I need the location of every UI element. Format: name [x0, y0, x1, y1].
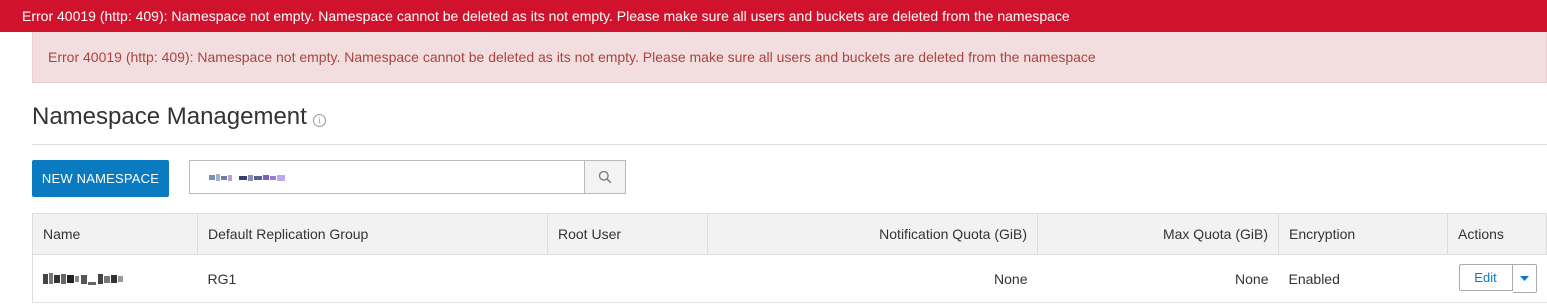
cell-replication-group: RG1	[197, 254, 548, 303]
column-header-name[interactable]: Name	[32, 213, 198, 255]
action-button-group: Edit	[1458, 264, 1537, 293]
column-header-actions: Actions	[1447, 213, 1547, 255]
cell-encryption: Enabled	[1278, 254, 1448, 303]
info-icon[interactable]: i	[312, 113, 326, 127]
namespace-table: Name Default Replication Group Root User…	[32, 213, 1547, 303]
edit-button[interactable]: Edit	[1458, 264, 1513, 291]
divider	[32, 144, 1547, 145]
column-header-encryption[interactable]: Encryption	[1278, 213, 1448, 255]
cell-root-user	[547, 254, 708, 303]
column-header-max-quota[interactable]: Max Quota (GiB)	[1037, 213, 1279, 255]
page-title: Namespace Management i	[32, 101, 326, 133]
search-icon	[598, 170, 612, 184]
table-header-row: Name Default Replication Group Root User…	[32, 213, 1547, 255]
column-header-replication-group[interactable]: Default Replication Group	[197, 213, 548, 255]
search-group	[189, 160, 626, 194]
cell-notification-quota: None	[707, 254, 1038, 303]
new-namespace-button[interactable]: NEW NAMESPACE	[32, 160, 169, 197]
cell-actions: Edit	[1447, 254, 1547, 303]
cell-name	[32, 254, 198, 303]
error-banner: Error 40019 (http: 409): Namespace not e…	[0, 0, 1547, 32]
error-alert-text: Error 40019 (http: 409): Namespace not e…	[48, 49, 1096, 65]
column-header-root-user[interactable]: Root User	[547, 213, 708, 255]
actions-dropdown-button[interactable]	[1512, 264, 1537, 293]
error-banner-text: Error 40019 (http: 409): Namespace not e…	[22, 8, 1070, 24]
search-button[interactable]	[584, 160, 626, 194]
caret-down-icon	[1519, 275, 1529, 281]
table-row: RG1 None None Enabled Edit	[32, 254, 1547, 303]
error-alert: Error 40019 (http: 409): Namespace not e…	[32, 32, 1547, 83]
page-title-text: Namespace Management	[32, 103, 307, 130]
redacted-name	[43, 273, 123, 286]
search-input[interactable]	[189, 160, 584, 194]
cell-max-quota: None	[1037, 254, 1279, 303]
column-header-notification-quota[interactable]: Notification Quota (GiB)	[707, 213, 1038, 255]
